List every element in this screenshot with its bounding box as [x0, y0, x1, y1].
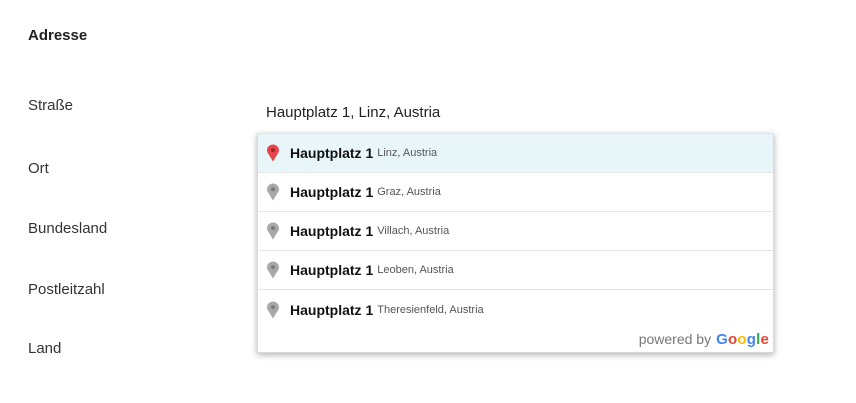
postal-label: Postleitzahl — [28, 281, 105, 298]
autocomplete-item-main: Hauptplatz 1 — [290, 262, 374, 278]
map-pin-gray-icon — [267, 301, 279, 318]
google-logo: Google — [716, 330, 769, 348]
autocomplete-item[interactable]: Hauptplatz 1 Leoben, Austria — [258, 251, 773, 290]
map-pin-gray-icon — [267, 222, 279, 240]
autocomplete-item-main: Hauptplatz 1 — [290, 301, 374, 318]
powered-by-google: powered by Google — [639, 330, 769, 348]
autocomplete-item-main: Hauptplatz 1 — [290, 184, 374, 200]
map-pin-gray-icon — [267, 261, 279, 279]
autocomplete-dropdown: Hauptplatz 1 Linz, Austria Hauptplatz 1 Gra… — [257, 133, 774, 353]
autocomplete-item-secondary: Leoben, Austria — [377, 264, 454, 276]
autocomplete-item-secondary: Theresienfeld, Austria — [377, 303, 484, 316]
autocomplete-item[interactable]: Hauptplatz 1 Graz, Austria — [258, 173, 773, 212]
country-label: Land — [28, 340, 62, 357]
autocomplete-item-secondary: Linz, Austria — [377, 147, 438, 159]
autocomplete-item[interactable]: Hauptplatz 1 Villach, Austria — [258, 212, 773, 251]
map-pin-gray-icon — [267, 183, 279, 201]
autocomplete-item-secondary: Graz, Austria — [377, 186, 441, 198]
section-title: Adresse — [28, 27, 88, 44]
autocomplete-item-main: Hauptplatz 1 — [290, 145, 374, 161]
autocomplete-item[interactable]: Hauptplatz 1 Theresienfeld, Austria — [258, 290, 773, 329]
autocomplete-item-secondary: Villach, Austria — [377, 225, 450, 237]
state-label: Bundesland — [28, 220, 108, 237]
city-label: Ort — [28, 160, 49, 177]
street-input[interactable] — [258, 98, 768, 126]
autocomplete-item[interactable]: Hauptplatz 1 Linz, Austria — [258, 134, 773, 173]
powered-by-label: powered by — [638, 331, 712, 347]
autocomplete-item-main: Hauptplatz 1 — [290, 223, 374, 239]
map-pin-red-icon — [267, 144, 279, 162]
street-label: Straße — [28, 97, 74, 114]
